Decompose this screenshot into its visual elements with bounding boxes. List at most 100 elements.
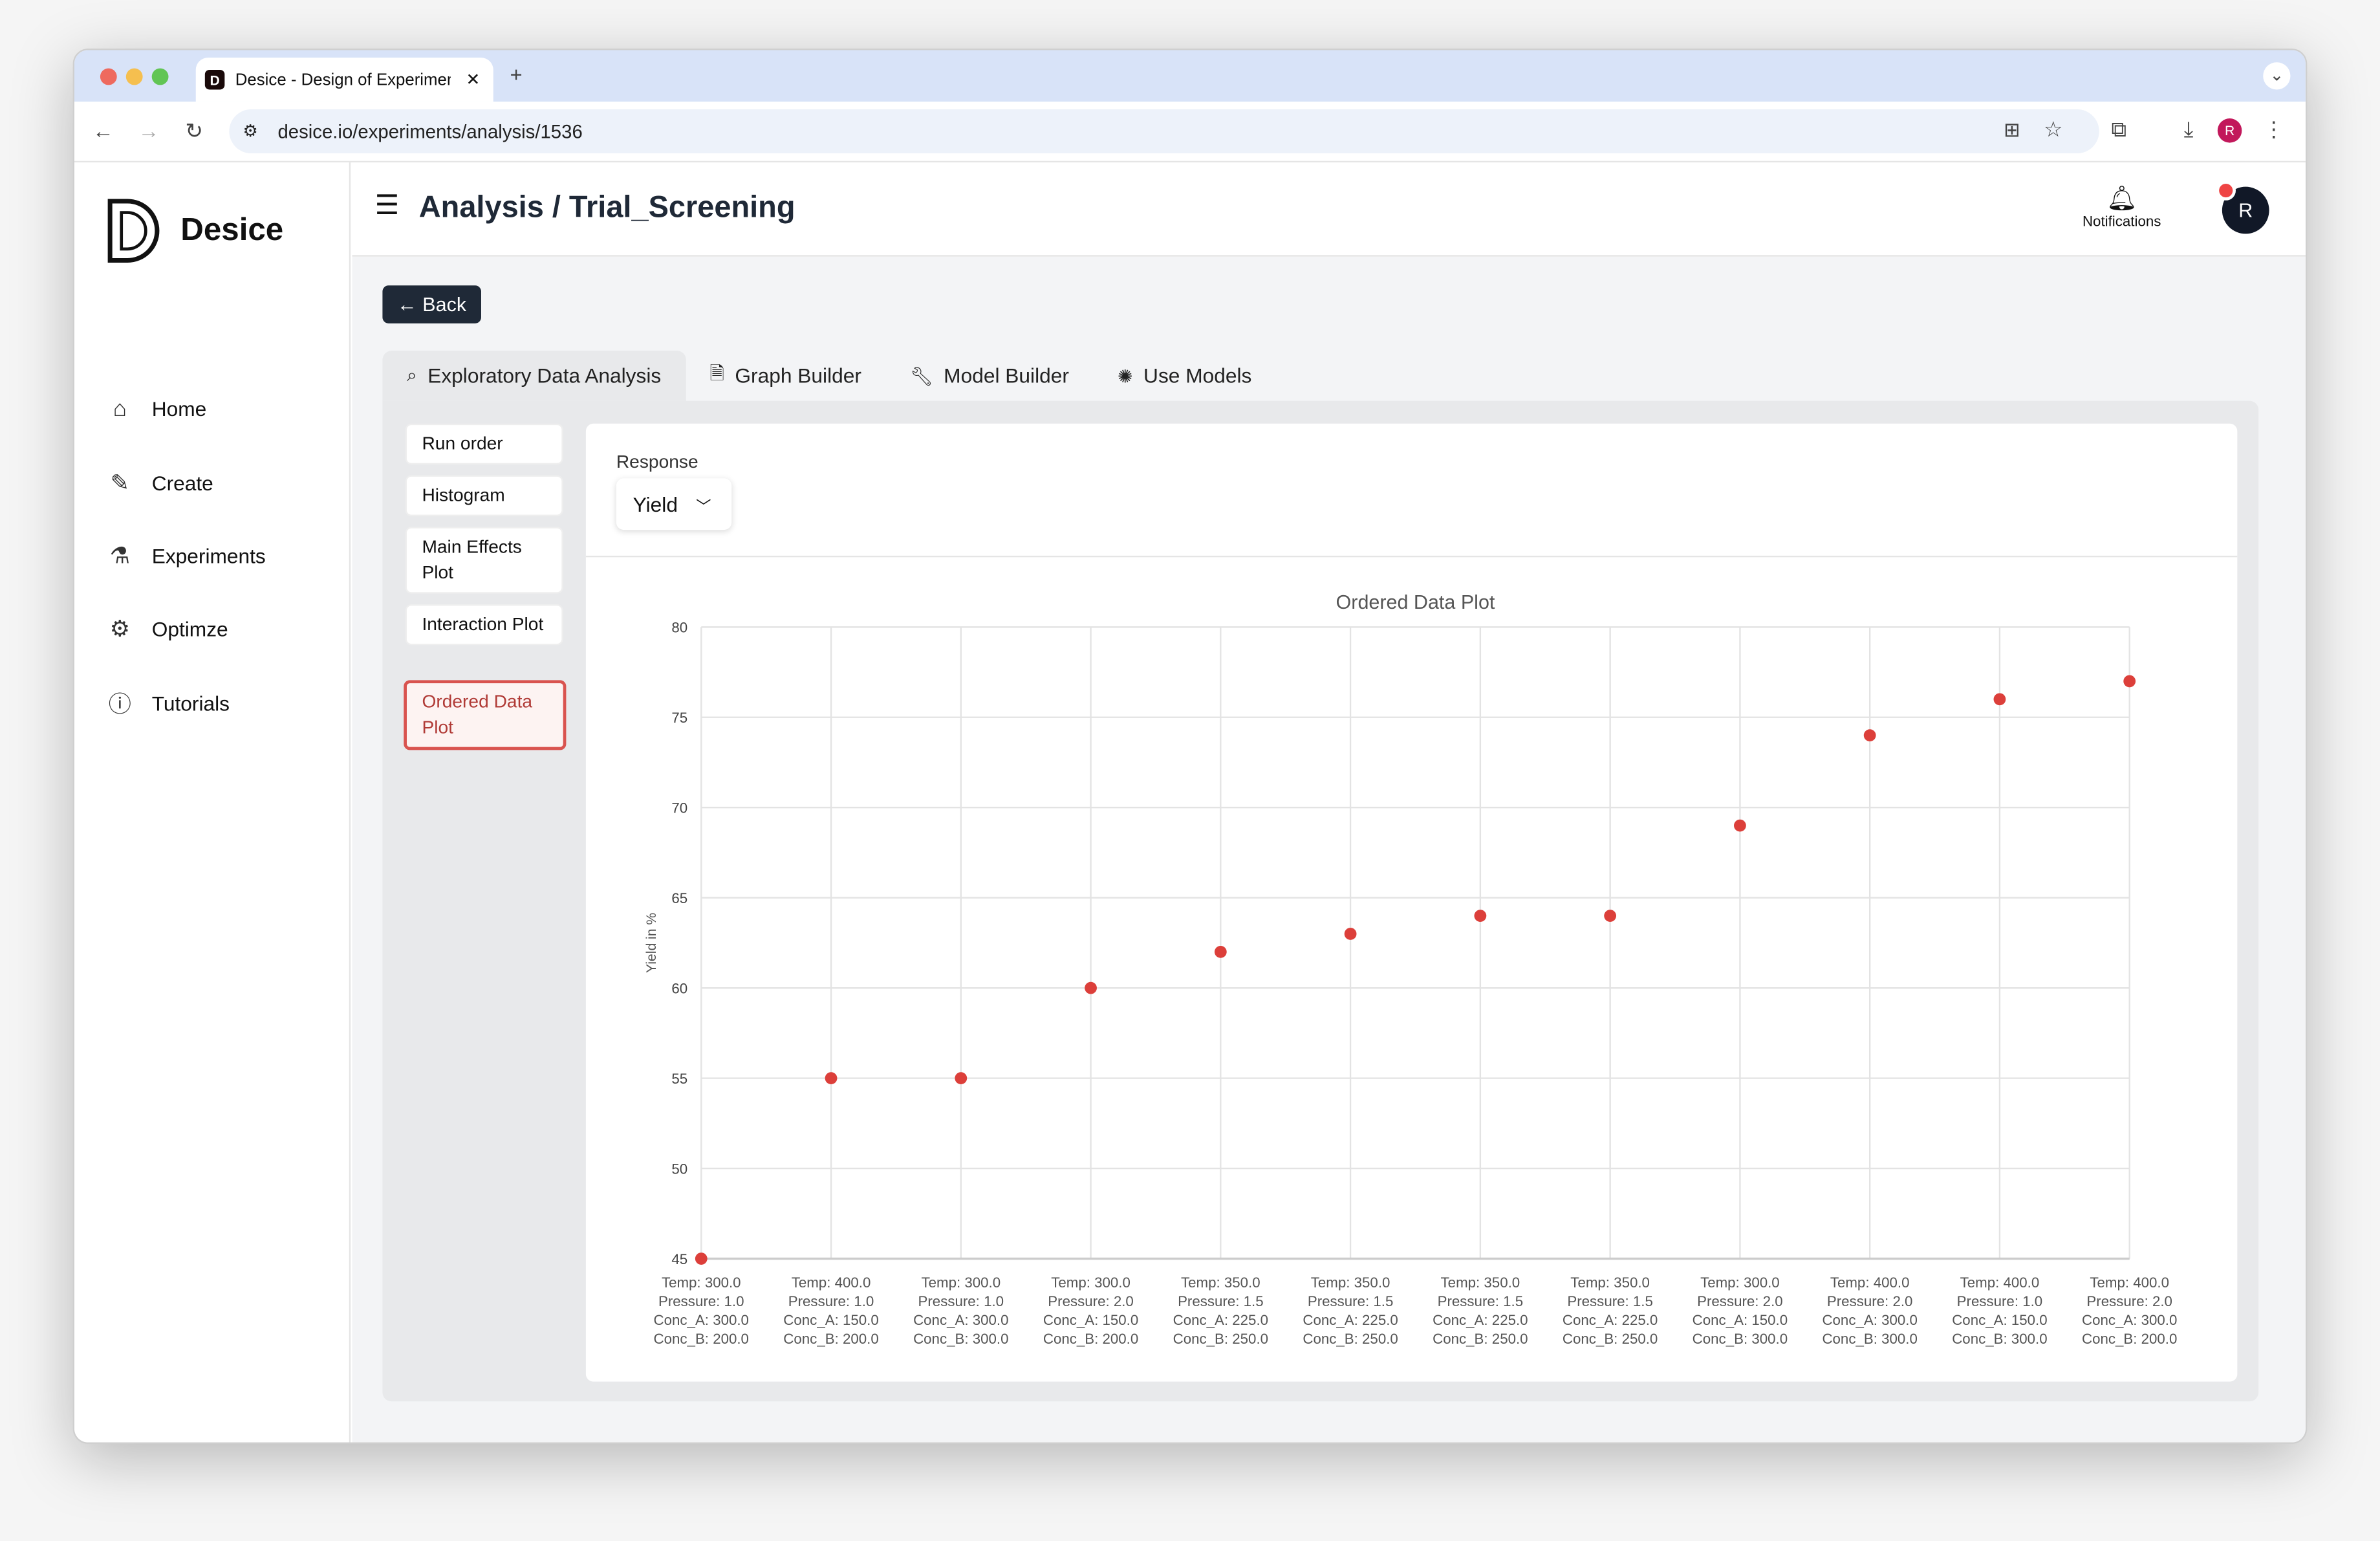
data-point (825, 1072, 838, 1085)
analysis-panel: Run order Histogram Main Effects Plot In… (382, 400, 2259, 1402)
browser-tab-title: Desice - Design of Experimen (235, 71, 451, 89)
x-tick-label: Conc_A: 225.0 (1563, 1312, 1658, 1328)
minimize-window-button[interactable] (125, 68, 143, 85)
x-tick-label: Conc_A: 300.0 (654, 1312, 749, 1328)
x-tick-label: Pressure: 2.0 (1697, 1293, 1783, 1309)
wrench-icon: 🔧︎ (910, 365, 933, 387)
sidebar-item-label: Tutorials (151, 692, 230, 716)
notifications-label: Notifications (2082, 213, 2161, 231)
sidebar-item-tutorials[interactable]: ⓘ Tutorials (105, 688, 230, 719)
main-content: ☰ Analysis / Trial_Screening 🔔︎ Notifica… (352, 162, 2306, 1443)
x-tick-label: Conc_B: 200.0 (2082, 1331, 2177, 1347)
y-tick-label: 70 (671, 800, 687, 816)
menu-kebab-icon[interactable]: ⋮ (2263, 117, 2284, 143)
tab-bar: D Desice - Design of Experimen ✕ + ⌄ (74, 50, 2306, 102)
data-point (1474, 910, 1487, 922)
x-tick-label: Temp: 350.0 (1311, 1274, 1390, 1291)
avatar-initial: R (2238, 199, 2253, 222)
tab-label: Model Builder (944, 364, 1069, 388)
x-tick-label: Pressure: 1.0 (658, 1293, 744, 1309)
tab-model-builder[interactable]: 🔧︎ Model Builder (885, 351, 1093, 400)
new-tab-icon[interactable]: + (510, 62, 523, 87)
x-tick-label: Temp: 400.0 (1960, 1274, 2040, 1291)
plot-ordered-data-button[interactable]: Ordered Data Plot (404, 680, 567, 750)
close-window-button[interactable] (100, 68, 117, 85)
sidebar-item-experiments[interactable]: ⚗ Experiments (105, 542, 266, 569)
download-icon[interactable]: ⤓ (2184, 117, 2194, 143)
y-tick-label: 60 (671, 980, 687, 996)
x-tick-label: Temp: 400.0 (1830, 1274, 1910, 1291)
bell-icon: 🔔︎ (2106, 186, 2137, 213)
page-header: ☰ Analysis / Trial_Screening 🔔︎ Notifica… (352, 162, 2306, 257)
x-tick-label: Conc_B: 250.0 (1173, 1331, 1268, 1347)
data-point (695, 1252, 708, 1265)
x-tick-label: Temp: 300.0 (1051, 1274, 1130, 1291)
y-tick-label: 80 (671, 619, 687, 635)
extensions-icon[interactable]: ⧉ (2112, 117, 2126, 143)
tab-label: Exploratory Data Analysis (427, 364, 662, 388)
data-point (1863, 729, 1876, 742)
url-input[interactable]: ⚙ desice.io/experiments/analysis/1536 (229, 109, 2099, 154)
sidebar-item-label: Experiments (151, 544, 266, 567)
back-button[interactable]: ← Back (382, 285, 481, 323)
chevron-down-icon[interactable]: ⌄ (2263, 62, 2291, 90)
data-point (2123, 675, 2136, 688)
plot-histogram-button[interactable]: Histogram (405, 475, 563, 516)
tab-use-models[interactable]: ✺ Use Models (1093, 351, 1275, 400)
sidebar-item-optimize[interactable]: ⚙ Optimze (105, 615, 228, 642)
plot-run-order-button[interactable]: Run order (405, 423, 563, 465)
x-tick-label: Conc_B: 200.0 (783, 1331, 878, 1347)
tab-graph-builder[interactable]: 🗎︎ Graph Builder (686, 351, 886, 400)
tab-label: Graph Builder (735, 364, 861, 388)
x-tick-label: Conc_A: 150.0 (1952, 1312, 2047, 1328)
x-tick-label: Pressure: 1.5 (1567, 1293, 1653, 1309)
x-tick-label: Pressure: 1.5 (1178, 1293, 1264, 1309)
x-tick-label: Temp: 300.0 (921, 1274, 1001, 1291)
data-point (1734, 819, 1746, 832)
x-tick-label: Temp: 350.0 (1570, 1274, 1650, 1291)
x-tick-label: Pressure: 2.0 (1048, 1293, 1134, 1309)
sidebar-item-create[interactable]: ✎ Create (105, 469, 213, 497)
site-settings-icon[interactable]: ⚙ (243, 122, 258, 141)
x-tick-label: Conc_B: 300.0 (1822, 1331, 1917, 1347)
reload-icon[interactable]: ↻ (185, 118, 203, 144)
x-tick-label: Conc_B: 300.0 (913, 1331, 1008, 1347)
x-tick-label: Conc_A: 300.0 (2082, 1312, 2177, 1328)
sidebar-item-home[interactable]: ⌂ Home (105, 397, 206, 422)
notifications-button[interactable]: 🔔︎ Notifications (2082, 184, 2161, 231)
x-tick-label: Conc_B: 300.0 (1952, 1331, 2047, 1347)
x-tick-label: Conc_A: 150.0 (1043, 1312, 1138, 1328)
hamburger-menu-icon[interactable]: ☰ (375, 190, 400, 221)
x-tick-label: Temp: 350.0 (1181, 1274, 1260, 1291)
x-tick-label: Conc_A: 300.0 (913, 1312, 1008, 1328)
brand-logo[interactable]: Desice (107, 199, 284, 263)
browser-tab[interactable]: D Desice - Design of Experimen ✕ (195, 58, 493, 102)
x-tick-label: Temp: 300.0 (1700, 1274, 1780, 1291)
forward-arrow-icon[interactable]: → (138, 118, 160, 143)
x-tick-label: Conc_A: 225.0 (1433, 1312, 1528, 1328)
close-tab-icon[interactable]: ✕ (466, 70, 480, 89)
logo-icon (107, 199, 160, 263)
x-tick-label: Conc_A: 225.0 (1303, 1312, 1398, 1328)
star-icon[interactable]: ☆ (2044, 117, 2062, 143)
brand-name: Desice (180, 212, 284, 248)
tab-exploratory-data-analysis[interactable]: ⌕ Exploratory Data Analysis (382, 351, 686, 401)
x-tick-label: Conc_B: 300.0 (1693, 1331, 1788, 1347)
plot-interaction-button[interactable]: Interaction Plot (405, 604, 563, 646)
profile-avatar[interactable]: R (2217, 118, 2242, 143)
y-tick-label: 55 (671, 1071, 687, 1087)
plot-main-effects-button[interactable]: Main Effects Plot (405, 527, 563, 594)
x-tick-label: Conc_A: 300.0 (1822, 1312, 1917, 1328)
gear-icon: ⚙ (109, 616, 131, 642)
translate-icon[interactable]: ⊞ (2004, 118, 2020, 143)
back-arrow-icon[interactable]: ← (92, 118, 114, 143)
maximize-window-button[interactable] (151, 68, 169, 85)
y-tick-label: 50 (671, 1161, 687, 1177)
x-tick-label: Pressure: 1.0 (788, 1293, 874, 1309)
x-tick-label: Conc_B: 200.0 (1043, 1331, 1138, 1347)
ordered-data-chart: Ordered Data Plot 45 50 55 60 65 70 75 80 Yield i… (644, 591, 2178, 1347)
sidebar-item-label: Optimze (151, 617, 228, 640)
x-tick-label: Conc_B: 250.0 (1303, 1331, 1398, 1347)
sidebar-item-label: Create (151, 471, 213, 494)
x-tick-label: Conc_A: 150.0 (1693, 1312, 1788, 1328)
